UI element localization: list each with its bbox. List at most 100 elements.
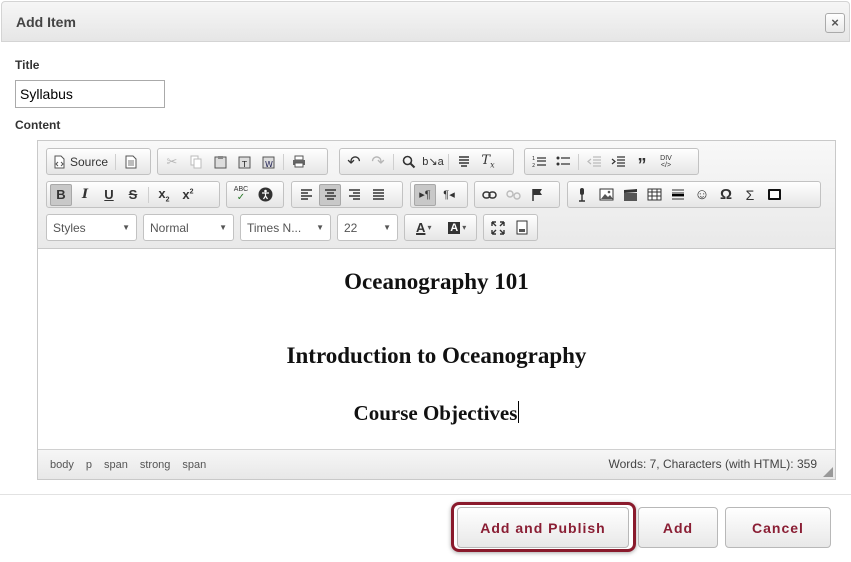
text-cursor bbox=[518, 401, 520, 423]
special-char-button[interactable]: Ω bbox=[715, 184, 737, 206]
omega-icon: Ω bbox=[719, 186, 733, 203]
redo-button[interactable]: ↷ bbox=[367, 151, 389, 173]
text-color-button[interactable]: A ▾ bbox=[408, 217, 440, 239]
paste-text-icon: T bbox=[238, 156, 250, 169]
styles-select-value: Styles bbox=[53, 220, 86, 235]
paste-word-button[interactable]: W bbox=[257, 151, 279, 173]
bold-button[interactable]: B bbox=[50, 183, 72, 206]
show-blocks-button[interactable] bbox=[511, 217, 533, 239]
underline-button[interactable]: U bbox=[98, 184, 120, 206]
print-button[interactable] bbox=[288, 151, 310, 173]
word-count: Words: 7, Characters (with HTML): 359 bbox=[608, 457, 817, 471]
align-group bbox=[291, 181, 403, 208]
cancel-button[interactable]: Cancel bbox=[725, 507, 831, 548]
content-label: Content bbox=[15, 118, 61, 132]
rtl-button[interactable]: ¶◂ bbox=[438, 184, 460, 206]
close-button[interactable]: × bbox=[825, 13, 845, 33]
insert-video-button[interactable] bbox=[619, 184, 641, 206]
copy-button[interactable] bbox=[185, 151, 207, 173]
add-button[interactable]: Add bbox=[638, 507, 718, 548]
strike-button[interactable]: S bbox=[122, 184, 144, 206]
paste-word-icon: W bbox=[262, 156, 274, 169]
superscript-button[interactable]: x2 bbox=[177, 184, 199, 206]
size-select[interactable]: 22 ▼ bbox=[337, 214, 398, 241]
link-button[interactable] bbox=[478, 184, 500, 206]
path-item[interactable]: span bbox=[182, 459, 206, 471]
flag-icon bbox=[532, 188, 542, 201]
unlink-button[interactable] bbox=[502, 184, 524, 206]
ltr-icon: ▸¶ bbox=[419, 189, 431, 201]
path-item[interactable]: span bbox=[104, 459, 128, 471]
maximize-button[interactable] bbox=[487, 217, 509, 239]
spellcheck-button[interactable]: ABC ✓ bbox=[230, 184, 252, 206]
font-select[interactable]: Times N... ▼ bbox=[240, 214, 331, 241]
undo-icon: ↶ bbox=[347, 153, 361, 171]
strikethrough-icon: S bbox=[128, 187, 138, 202]
horizontal-rule-icon bbox=[672, 188, 684, 200]
format-select-value: Normal bbox=[150, 220, 189, 235]
iframe-button[interactable] bbox=[763, 184, 785, 206]
editor-content[interactable]: Oceanography 101 Introduction to Oceanog… bbox=[38, 249, 835, 449]
math-button[interactable]: Σ bbox=[739, 184, 761, 206]
path-item[interactable]: p bbox=[86, 459, 92, 471]
cut-button[interactable]: ✂ bbox=[161, 151, 183, 173]
iframe-icon bbox=[767, 189, 781, 200]
blockquote-button[interactable]: ” bbox=[631, 151, 653, 175]
undo-button[interactable]: ↶ bbox=[343, 151, 365, 173]
microphone-icon bbox=[579, 188, 585, 202]
svg-text:W: W bbox=[265, 160, 273, 169]
image-icon bbox=[599, 188, 613, 201]
bg-color-button[interactable]: A ▾ bbox=[442, 217, 474, 239]
color-group: A ▾ A ▾ bbox=[404, 214, 477, 241]
bulleted-list-button[interactable] bbox=[552, 151, 574, 173]
replace-button[interactable]: b↘a bbox=[422, 151, 444, 173]
spellcheck-icon: ABC ✓ bbox=[233, 186, 249, 203]
remove-format-button[interactable]: Tx bbox=[477, 151, 499, 173]
path-item[interactable]: strong bbox=[140, 459, 171, 471]
justify-button[interactable] bbox=[367, 184, 389, 206]
title-input[interactable] bbox=[15, 80, 165, 108]
source-icon bbox=[54, 155, 65, 168]
editor-status-bar: body p span strong span Words: 7, Charac… bbox=[38, 449, 835, 479]
align-right-button[interactable] bbox=[343, 184, 365, 206]
insert-media-button[interactable] bbox=[571, 184, 593, 206]
anchor-button[interactable] bbox=[526, 184, 548, 206]
paste-text-button[interactable]: T bbox=[233, 151, 255, 173]
path-item[interactable]: body bbox=[50, 459, 74, 471]
template-button[interactable] bbox=[120, 151, 142, 173]
copy-icon bbox=[190, 155, 201, 168]
svg-text:T: T bbox=[241, 160, 247, 169]
numbered-list-icon: 12 bbox=[532, 156, 546, 168]
numbered-list-button[interactable]: 12 bbox=[528, 151, 550, 173]
table-icon bbox=[647, 188, 661, 201]
quote-icon: ” bbox=[637, 154, 647, 175]
format-select[interactable]: Normal ▼ bbox=[143, 214, 234, 241]
resize-handle[interactable] bbox=[823, 467, 833, 477]
basic-style-group: B I U S x2 x2 bbox=[46, 181, 220, 208]
history-group: ↶ ↷ b↘a Tx bbox=[339, 148, 514, 175]
subscript-button[interactable]: x2 bbox=[153, 184, 175, 206]
underline-icon: U bbox=[104, 187, 114, 202]
svg-text:1: 1 bbox=[532, 156, 535, 162]
unlink-icon bbox=[505, 189, 521, 200]
accessibility-button[interactable] bbox=[254, 184, 276, 206]
indent-button[interactable] bbox=[607, 151, 629, 173]
find-button[interactable] bbox=[398, 151, 420, 173]
insert-table-button[interactable] bbox=[643, 184, 665, 206]
align-left-button[interactable] bbox=[295, 184, 317, 206]
outdent-button[interactable] bbox=[583, 151, 605, 173]
insert-image-button[interactable] bbox=[595, 184, 617, 206]
italic-button[interactable]: I bbox=[74, 184, 96, 206]
paste-button[interactable] bbox=[209, 151, 231, 173]
ltr-button[interactable]: ▸¶ bbox=[414, 183, 436, 206]
text-color-icon: A bbox=[416, 220, 426, 235]
horizontal-rule-button[interactable] bbox=[667, 184, 689, 206]
align-center-button[interactable] bbox=[319, 183, 341, 206]
smiley-button[interactable]: ☺ bbox=[691, 184, 713, 206]
select-all-button[interactable] bbox=[453, 151, 475, 173]
source-button[interactable]: Source bbox=[49, 155, 112, 169]
div-button[interactable]: DIV </> bbox=[655, 151, 677, 173]
outdent-icon bbox=[587, 156, 601, 167]
dropdown-caret-icon: ▼ bbox=[122, 223, 130, 232]
styles-select[interactable]: Styles ▼ bbox=[46, 214, 137, 241]
